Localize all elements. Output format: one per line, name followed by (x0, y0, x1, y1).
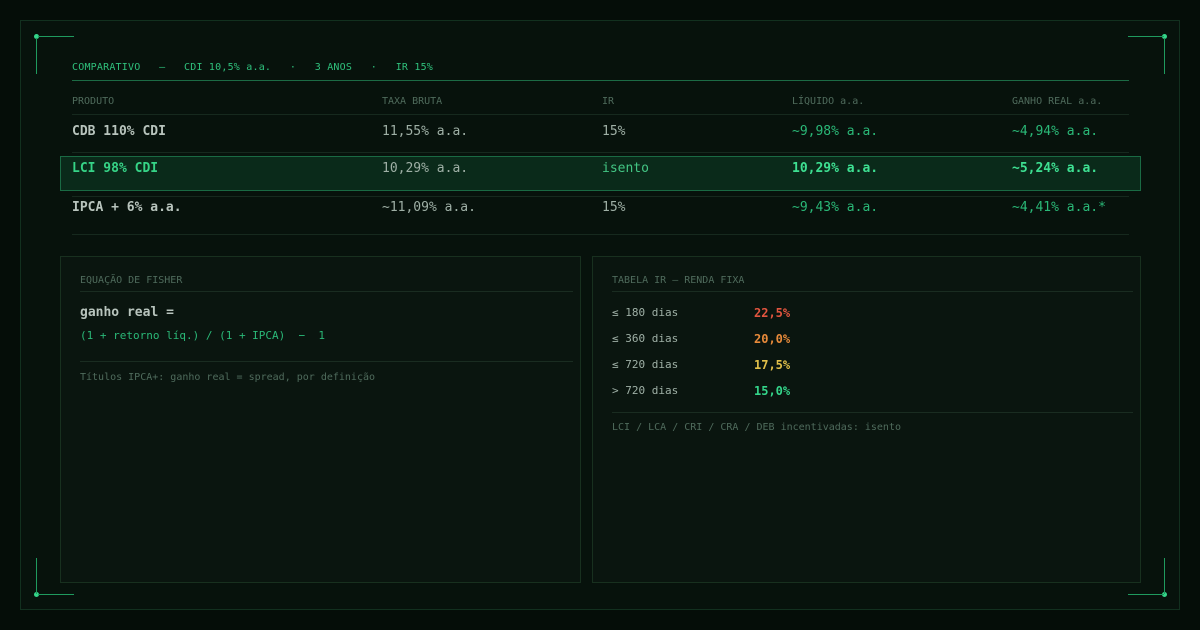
cell-liquido: ~9,98% a.a. (792, 124, 879, 139)
ir-note: LCI / LCA / CRI / CRA / DEB incentivadas… (612, 422, 901, 433)
column-header-ganho-real: GANHO REAL a.a. (1012, 96, 1103, 107)
cell-ganho-real: ~4,94% a.a. (1012, 124, 1099, 139)
divider (612, 412, 1133, 413)
column-header-ir: IR (602, 96, 615, 107)
cell-ganho-real: ~5,24% a.a. (1012, 161, 1099, 176)
cell-taxa-bruta: ~11,09% a.a. (382, 200, 476, 215)
fisher-note: Títulos IPCA+: ganho real = spread, por … (80, 372, 376, 383)
fisher-panel: EQUAÇÃO DE FISHER ganho real = (1 + reto… (60, 256, 581, 583)
row-highlight (60, 156, 1141, 191)
ir-row: > 720 dias 15,0% (612, 384, 912, 404)
divider (80, 291, 573, 292)
cell-produto: IPCA + 6% a.a. (72, 200, 182, 215)
divider (80, 361, 573, 362)
divider (72, 234, 1129, 235)
cell-produto: LCI 98% CDI (72, 161, 159, 176)
header-cdi: CDI 10,5% a.a. (184, 62, 272, 73)
ir-rate: 20,0% (754, 332, 791, 346)
cell-ir: 15% (602, 124, 626, 139)
fisher-label: ganho real = (80, 305, 174, 320)
header-period: 3 ANOS (314, 62, 353, 73)
ir-days: ≤ 360 dias (612, 332, 679, 345)
column-header-liquido: LÍQUIDO a.a. (792, 96, 865, 107)
ir-days: > 720 dias (612, 384, 679, 397)
ir-rate: 15,0% (754, 384, 791, 398)
cell-ganho-real: ~4,41% a.a.* (1012, 200, 1106, 215)
ir-table-panel: TABELA IR — RENDA FIXA ≤ 180 dias 22,5% … (592, 256, 1141, 583)
header-label: COMPARATIVO (72, 62, 141, 73)
fisher-panel-title: EQUAÇÃO DE FISHER (80, 275, 183, 286)
cell-produto: CDB 110% CDI (72, 124, 166, 139)
ir-days: ≤ 720 dias (612, 358, 679, 371)
ir-days: ≤ 180 dias (612, 306, 679, 319)
table-row: CDB 110% CDI 11,55% a.a. 15% ~9,98% a.a.… (0, 114, 1200, 150)
column-header-taxa-bruta: TAXA BRUTA (382, 96, 443, 107)
header-ir: IR 15% (395, 62, 434, 73)
cell-taxa-bruta: 10,29% a.a. (382, 161, 469, 176)
table-row: IPCA + 6% a.a. ~11,09% a.a. 15% ~9,43% a… (0, 190, 1200, 226)
ir-row: ≤ 360 dias 20,0% (612, 332, 912, 352)
ir-rate: 22,5% (754, 306, 791, 320)
ir-panel-title: TABELA IR — RENDA FIXA (612, 275, 745, 286)
comparison-header: COMPARATIVO — CDI 10,5% a.a. · 3 ANOS · … (72, 62, 1129, 81)
divider (612, 291, 1133, 292)
cell-taxa-bruta: 11,55% a.a. (382, 124, 469, 139)
cell-ir: isento (602, 161, 649, 176)
cell-ir: 15% (602, 200, 626, 215)
fisher-equation: (1 + retorno líq.) / (1 + IPCA) − 1 (80, 329, 326, 342)
ir-row: ≤ 720 dias 17,5% (612, 358, 912, 378)
ir-row: ≤ 180 dias 22,5% (612, 306, 912, 326)
cell-liquido: ~9,43% a.a. (792, 200, 879, 215)
ir-rate: 17,5% (754, 358, 791, 372)
cell-liquido: 10,29% a.a. (792, 161, 879, 176)
column-header-produto: PRODUTO (72, 96, 115, 107)
table-row-highlighted: LCI 98% CDI 10,29% a.a. isento 10,29% a.… (0, 156, 1200, 192)
divider (72, 152, 1129, 153)
